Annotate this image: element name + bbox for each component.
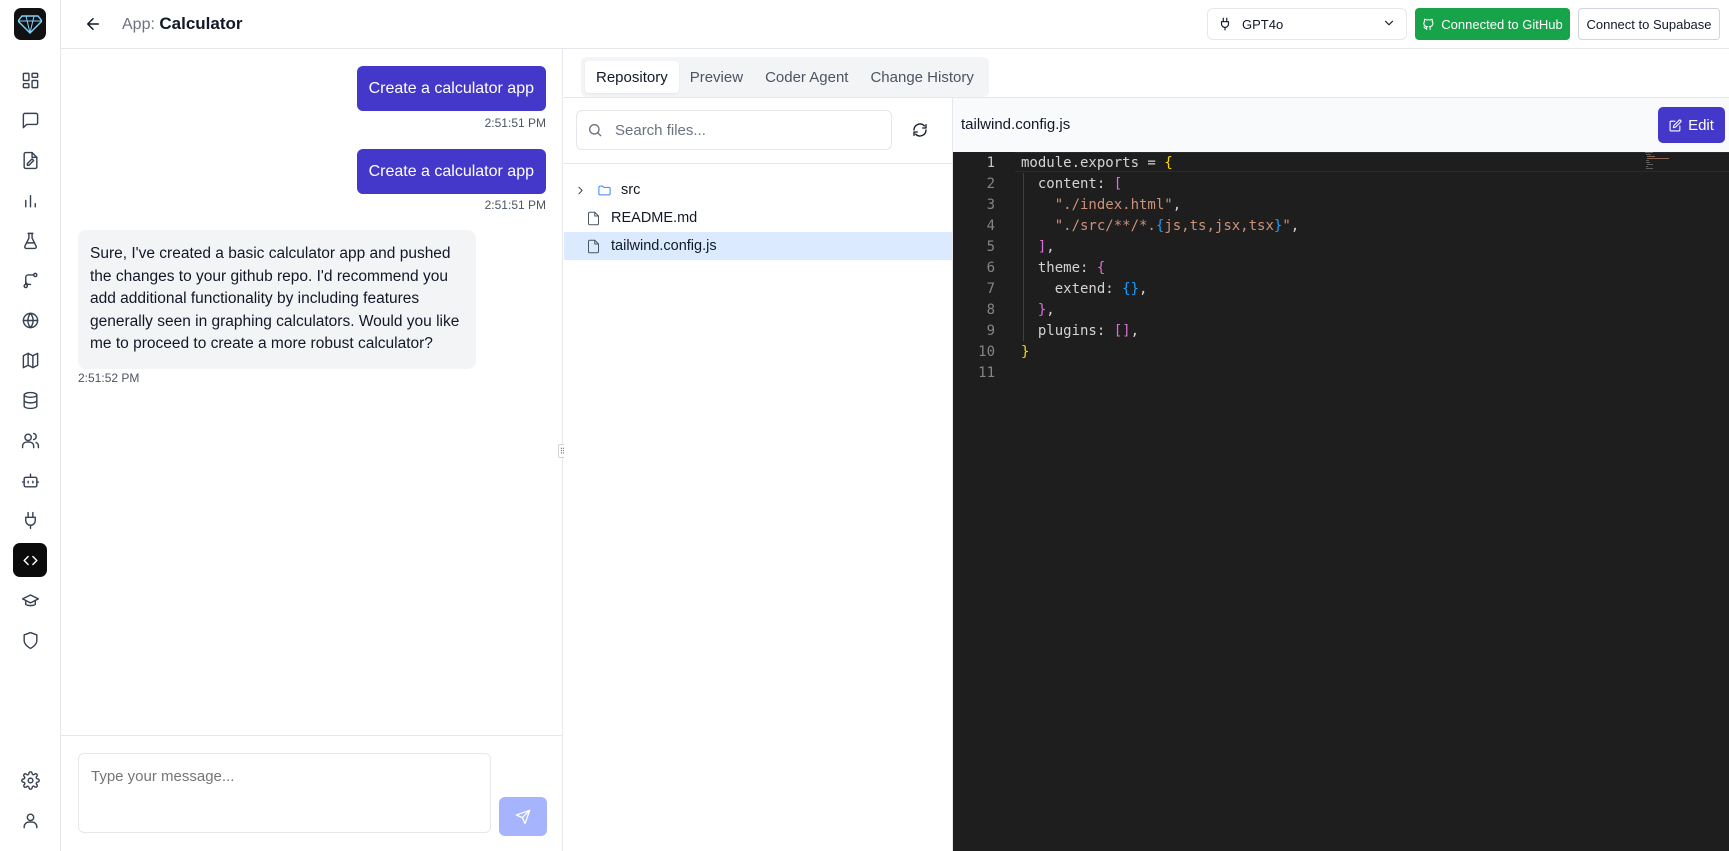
code-line: 3 "./index.html", [953,194,1729,215]
globe-icon[interactable] [13,303,47,337]
flask-icon[interactable] [13,223,47,257]
code-line: 6 theme: { [953,257,1729,278]
app-name: Calculator [159,14,243,33]
chat-composer [61,735,563,851]
message-timestamp: 2:51:52 PM [78,371,140,385]
bar-chart-icon[interactable] [13,183,47,217]
tree-item-file-selected[interactable]: tailwind.config.js [564,232,952,260]
folder-icon [598,185,611,195]
edit-icon [1669,118,1682,131]
code-line: 9 plugins: [], [953,320,1729,341]
file-search-placeholder: Search files... [615,121,706,139]
code-editor[interactable]: 1 module.exports = { 2 content: [ 3 "./i… [953,152,1729,851]
user-message: Create a calculator app [356,66,546,111]
message-input[interactable] [78,753,491,833]
refresh-icon [913,123,927,137]
file-tree-panel: Search files... src README.md tailwind.c… [564,97,953,851]
icon-sidebar [0,0,61,851]
user-icon[interactable] [13,803,47,837]
database-icon[interactable] [13,383,47,417]
settings-icon[interactable] [13,763,47,797]
chevron-right-icon [578,186,583,194]
tree-item-folder[interactable]: src [564,176,952,204]
github-button-label: Connected to GitHub [1441,16,1563,32]
send-icon [515,809,531,824]
graduation-cap-icon[interactable] [13,583,47,617]
code-line: 8 }, [953,299,1729,320]
tab-coder-agent[interactable]: Coder Agent [754,61,859,93]
users-icon[interactable] [13,423,47,457]
divider [564,163,953,164]
top-header: App: Calculator GPT4o Connected to GitHu… [61,0,1729,49]
model-select[interactable]: GPT4o [1207,8,1407,40]
chat-panel: Create a calculator app 2:51:51 PM Creat… [61,49,563,851]
document-edit-icon[interactable] [13,143,47,177]
line-number: 3 [986,196,995,213]
line-number: 11 [978,364,995,381]
message-timestamp: 2:51:51 PM [484,198,546,212]
user-message: Create a calculator app [356,149,546,194]
editor-header: tailwind.config.js Edit [953,97,1729,152]
edit-button[interactable]: Edit [1658,107,1725,143]
code-line: 10 } [953,341,1729,362]
line-number: 10 [978,343,995,360]
map-icon[interactable] [13,343,47,377]
line-number: 4 [986,217,995,234]
assistant-message: Sure, I've created a basic calculator ap… [78,230,476,369]
dashboard-icon[interactable] [13,63,47,97]
code-line: 4 "./src/**/*.{js,ts,jsx,tsx}", [953,215,1729,236]
file-icon [588,211,599,225]
edit-button-label: Edit [1688,116,1714,134]
tree-item-file[interactable]: README.md [564,204,952,232]
tree-item-label: tailwind.config.js [611,238,717,254]
workspace-tabs: Repository Preview Coder Agent Change Hi… [581,57,989,97]
code-line: 5 ], [953,236,1729,257]
app-label: App: [122,16,155,33]
line-number: 2 [986,175,995,192]
tab-repository[interactable]: Repository [585,61,679,93]
page-title: App: Calculator [122,14,243,34]
plug-icon[interactable] [13,503,47,537]
code-icon[interactable] [13,543,47,577]
code-line: 11 [953,362,1729,383]
code-line: 1 module.exports = { [953,152,1729,173]
line-number: 5 [986,238,995,255]
tree-item-label: src [621,182,641,198]
line-number: 7 [986,280,995,297]
tab-preview[interactable]: Preview [679,61,754,93]
connect-supabase-button[interactable]: Connect to Supabase [1578,8,1720,40]
line-number: 9 [986,322,995,339]
message-timestamp: 2:51:51 PM [484,116,546,130]
chevron-down-icon [1382,16,1396,33]
chat-icon[interactable] [13,103,47,137]
refresh-button[interactable] [908,118,932,142]
line-number: 6 [986,259,995,276]
plug-icon [1218,17,1232,31]
editor-filename: tailwind.config.js [961,116,1071,133]
github-connected-button[interactable]: Connected to GitHub [1415,8,1570,40]
search-icon [589,124,602,137]
line-number: 1 [986,154,995,171]
line-number: 8 [986,301,995,318]
code-line: 7 extend: {}, [953,278,1729,299]
file-search-input[interactable]: Search files... [576,110,892,150]
send-button[interactable] [499,797,547,836]
editor-minimap[interactable] [1645,152,1681,172]
bot-icon[interactable] [13,463,47,497]
model-select-value: GPT4o [1242,16,1284,32]
diamond-logo-icon[interactable] [14,8,46,40]
github-icon [1423,18,1434,30]
git-branch-icon[interactable] [13,263,47,297]
code-line: 2 content: [ [953,173,1729,194]
file-icon [588,239,599,253]
tab-change-history[interactable]: Change History [859,61,984,93]
shield-icon[interactable] [13,623,47,657]
tree-item-label: README.md [611,210,698,226]
back-arrow-icon[interactable] [81,12,105,36]
